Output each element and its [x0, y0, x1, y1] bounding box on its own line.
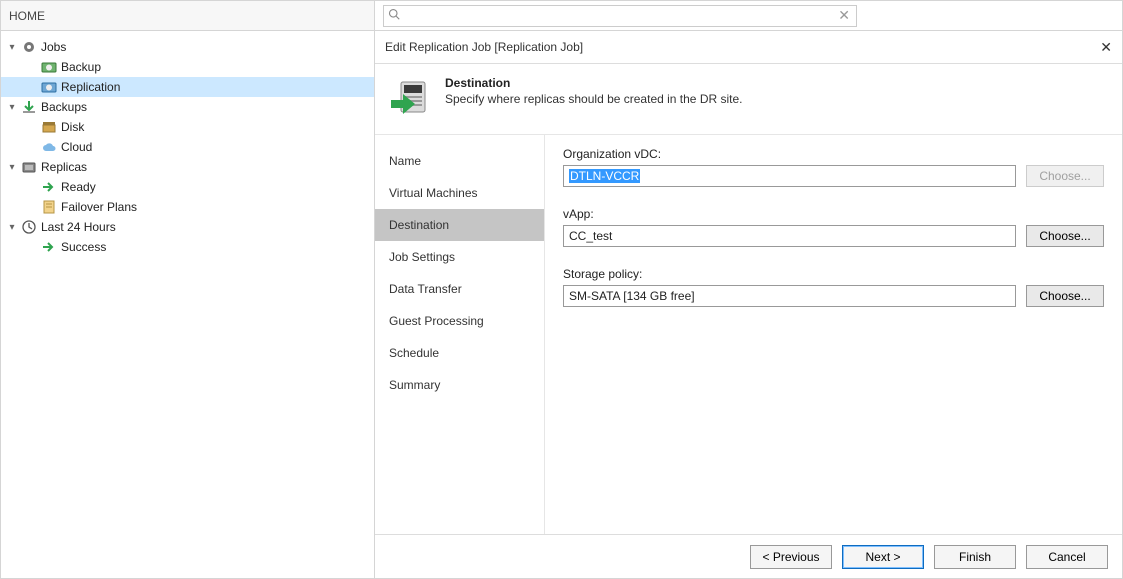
- tree-item-success[interactable]: Success: [1, 237, 374, 257]
- step-guest-processing[interactable]: Guest Processing: [375, 305, 544, 337]
- step-name[interactable]: Name: [375, 145, 544, 177]
- disk-icon: [41, 119, 57, 135]
- search-bar: ✕: [375, 1, 1122, 31]
- step-data-transfer[interactable]: Data Transfer: [375, 273, 544, 305]
- tree-item-label: Cloud: [61, 140, 92, 154]
- storage-policy-field[interactable]: SM-SATA [134 GB free]: [563, 285, 1016, 307]
- banner-text: Destination Specify where replicas shoul…: [445, 76, 743, 106]
- step-summary[interactable]: Summary: [375, 369, 544, 401]
- storage-policy-value: SM-SATA [134 GB free]: [569, 289, 695, 303]
- tree-item-replication[interactable]: Replication: [1, 77, 374, 97]
- vapp-field[interactable]: CC_test: [563, 225, 1016, 247]
- tree-item-label: Disk: [61, 120, 84, 134]
- arrowr-icon: [41, 179, 57, 195]
- tree-item-label: Last 24 Hours: [41, 220, 116, 234]
- cloud-icon: [41, 139, 57, 155]
- step-job-settings[interactable]: Job Settings: [375, 241, 544, 273]
- sidebar-title: HOME: [9, 9, 45, 23]
- storage-policy-label: Storage policy:: [563, 267, 1104, 281]
- tree-item-label: Replicas: [41, 160, 87, 174]
- expander-icon[interactable]: ▾: [7, 42, 17, 53]
- tree-item-label: Ready: [61, 180, 96, 194]
- org-vdc-label: Organization vDC:: [563, 147, 1104, 161]
- vapp-choose-button[interactable]: Choose...: [1026, 225, 1104, 247]
- banner-icon: [389, 76, 433, 120]
- vapp-label: vApp:: [563, 207, 1104, 221]
- plan-icon: [41, 199, 57, 215]
- sidebar-header: HOME: [1, 1, 374, 31]
- dialog-titlebar: Edit Replication Job [Replication Job] ✕: [375, 31, 1122, 64]
- tree-item-disk[interactable]: Disk: [1, 117, 374, 137]
- banner-desc: Specify where replicas should be created…: [445, 92, 743, 106]
- org-vdc-value: DTLN-VCCR: [569, 169, 640, 183]
- dialog: Edit Replication Job [Replication Job] ✕: [375, 31, 1122, 578]
- org-vdc-choose-button: Choose...: [1026, 165, 1104, 187]
- tree-item-last-24-hours[interactable]: ▾ Last 24 Hours: [1, 217, 374, 237]
- dialog-banner: Destination Specify where replicas shoul…: [375, 64, 1122, 135]
- expander-icon[interactable]: ▾: [7, 162, 17, 173]
- tree-item-label: Replication: [61, 80, 120, 94]
- dialog-body: NameVirtual MachinesDestinationJob Setti…: [375, 135, 1122, 534]
- dialog-title: Edit Replication Job [Replication Job]: [385, 40, 583, 54]
- safeb-icon: [41, 79, 57, 95]
- ok-icon: [41, 239, 57, 255]
- tree-item-label: Backup: [61, 60, 101, 74]
- tree-item-backup[interactable]: Backup: [1, 57, 374, 77]
- next-button[interactable]: Next >: [842, 545, 924, 569]
- tree-item-label: Success: [61, 240, 106, 254]
- gear-icon: [21, 39, 37, 55]
- tree-item-label: Failover Plans: [61, 200, 137, 214]
- step-schedule[interactable]: Schedule: [375, 337, 544, 369]
- wizard-steps: NameVirtual MachinesDestinationJob Setti…: [375, 135, 545, 534]
- expander-icon[interactable]: ▾: [7, 102, 17, 113]
- step-destination[interactable]: Destination: [375, 209, 544, 241]
- diskg-icon: [21, 159, 37, 175]
- previous-button[interactable]: < Previous: [750, 545, 832, 569]
- org-vdc-field[interactable]: DTLN-VCCR: [563, 165, 1016, 187]
- banner-title: Destination: [445, 76, 743, 90]
- tree-item-failover-plans[interactable]: Failover Plans: [1, 197, 374, 217]
- tree-item-replicas[interactable]: ▾ Replicas: [1, 157, 374, 177]
- vapp-value: CC_test: [569, 229, 612, 243]
- arrowg-icon: [21, 99, 37, 115]
- close-icon[interactable]: ✕: [1100, 39, 1112, 56]
- expander-icon[interactable]: ▾: [7, 222, 17, 233]
- clock-icon: [21, 219, 37, 235]
- sidebar: HOME ▾ Jobs Backup Replication ▾ Backups Disk C…: [1, 1, 375, 578]
- finish-button[interactable]: Finish: [934, 545, 1016, 569]
- clear-icon[interactable]: ✕: [836, 7, 852, 24]
- tree-item-jobs[interactable]: ▾ Jobs: [1, 37, 374, 57]
- safeg-icon: [41, 59, 57, 75]
- nav-tree: ▾ Jobs Backup Replication ▾ Backups Disk Cloud ▾…: [1, 31, 374, 578]
- destination-form: Organization vDC: DTLN-VCCR Choose... vA…: [545, 135, 1122, 534]
- tree-item-cloud[interactable]: Cloud: [1, 137, 374, 157]
- tree-item-backups[interactable]: ▾ Backups: [1, 97, 374, 117]
- search-box[interactable]: ✕: [383, 5, 857, 27]
- dialog-footer: < Previous Next > Finish Cancel: [375, 534, 1122, 578]
- search-icon: [388, 8, 400, 23]
- tree-item-ready[interactable]: Ready: [1, 177, 374, 197]
- tree-item-label: Backups: [41, 100, 87, 114]
- search-input[interactable]: [400, 9, 836, 23]
- step-virtual-machines[interactable]: Virtual Machines: [375, 177, 544, 209]
- storage-policy-choose-button[interactable]: Choose...: [1026, 285, 1104, 307]
- main-area: ✕ Edit Replication Job [Replication Job]…: [375, 1, 1122, 578]
- cancel-button[interactable]: Cancel: [1026, 545, 1108, 569]
- tree-item-label: Jobs: [41, 40, 66, 54]
